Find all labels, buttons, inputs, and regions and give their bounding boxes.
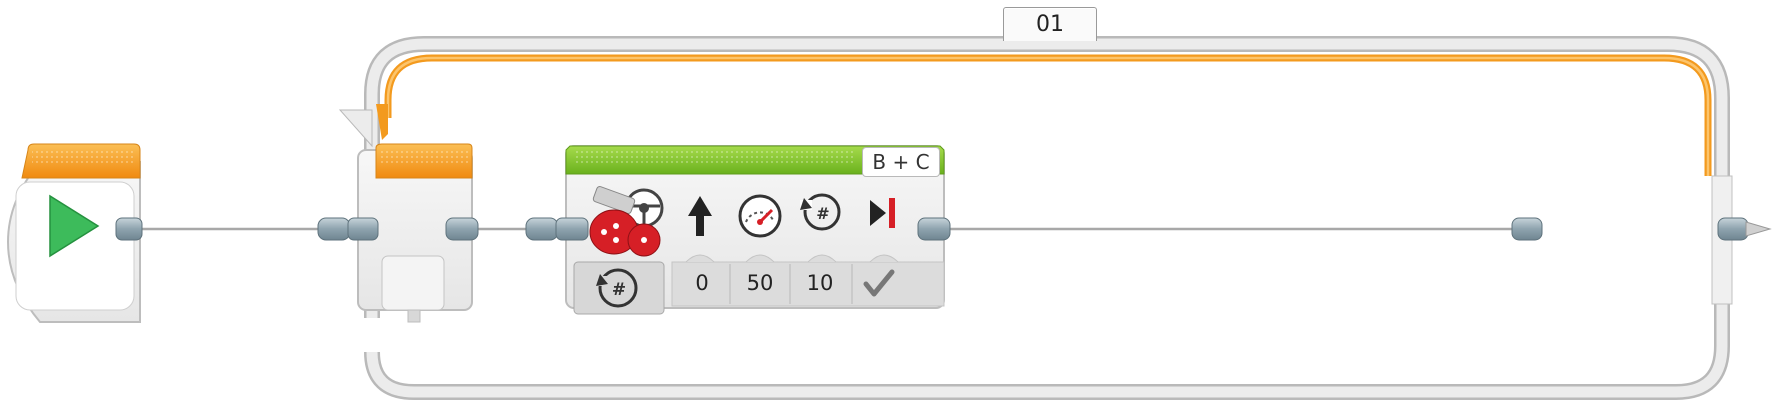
rotations-mode-icon[interactable]: # — [573, 261, 665, 315]
svg-text:#: # — [816, 204, 829, 223]
steering-output-plug — [917, 217, 951, 241]
loop-start-block[interactable] — [338, 104, 473, 323]
loop-name-label[interactable]: 01 — [1003, 7, 1097, 41]
start-output-plug — [115, 217, 143, 241]
program-canvas[interactable]: # # — [0, 0, 1772, 401]
power-gauge-icon — [738, 194, 782, 238]
sequence-end-plug — [1511, 217, 1543, 241]
loop-start-output-plug — [445, 217, 479, 241]
steering-value[interactable]: 0 — [672, 268, 732, 298]
motor-ports-label[interactable]: B + C — [862, 147, 940, 177]
svg-text:#: # — [612, 280, 626, 300]
rotations-value[interactable]: 10 — [790, 268, 850, 298]
steering-input-plug — [525, 217, 589, 241]
steering-motor-icon — [589, 185, 664, 257]
connector-plugs[interactable] — [115, 217, 1772, 241]
power-value[interactable]: 50 — [730, 268, 790, 298]
loop-end-plug — [1717, 217, 1772, 241]
loop-input-plug — [317, 217, 379, 241]
